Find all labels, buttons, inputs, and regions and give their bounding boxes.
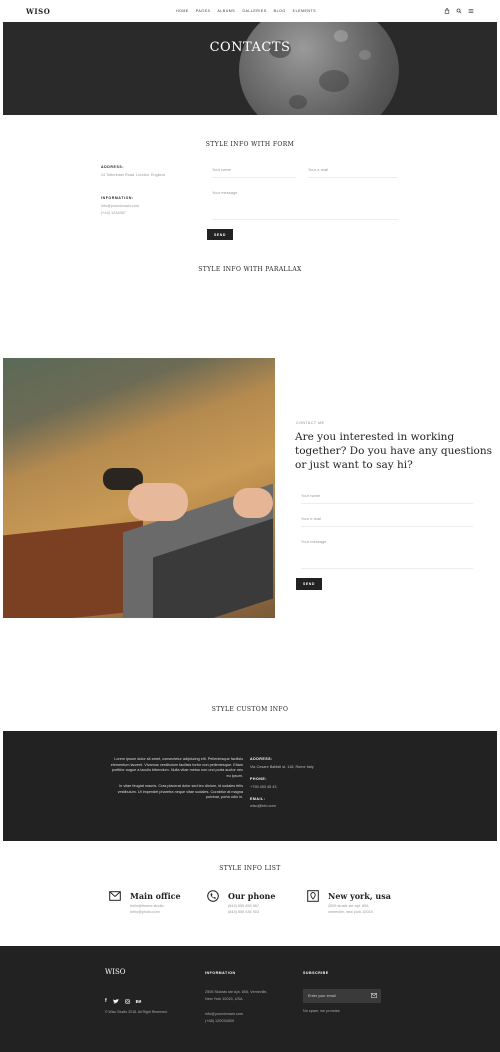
footer-logo[interactable]: WISO (105, 968, 126, 976)
mail-icon (109, 891, 121, 901)
footer-phone: (+68) 120034509 (205, 1019, 235, 1023)
footer-address-1: 2505 Stoksts ste Apt. 806, Vemeville, (205, 990, 268, 994)
send-button[interactable]: SEND (207, 229, 233, 240)
custom-phone-value: +795 453 45 43 (250, 785, 277, 789)
custom-email-label: EMAIL: (250, 797, 266, 801)
heading-line-2: together? Do you have any questions (295, 445, 493, 457)
subscribe-input[interactable]: Enter your email (303, 989, 381, 1003)
information-label: INFORMATION: (101, 196, 134, 200)
copyright: © Wiso Studio 2018. All Right Reserved. (105, 1010, 168, 1014)
info-item-title: Main office (130, 891, 181, 901)
footer-address-2: New York 10015, USA (205, 997, 243, 1001)
para1-line: porttitor augue a iaculis bibendum. Null… (111, 768, 243, 773)
parallax-message-field[interactable]: Your message (301, 539, 473, 569)
heading-line-3: or just want to say hi? (295, 459, 413, 471)
laptop-photo (3, 358, 275, 618)
logo[interactable]: WISO (26, 7, 50, 16)
address-value: 24 Tottenham Road, London, England (101, 173, 165, 177)
parallax-heading: Are you interested in working together? … (295, 430, 495, 472)
subscribe-title: SUBSCRIBE (303, 971, 329, 975)
name-field[interactable]: Your name (212, 167, 296, 178)
instagram-icon[interactable] (124, 998, 130, 1004)
menu-icon[interactable] (468, 8, 474, 14)
information-email: info@yourdomain.com (101, 204, 140, 208)
nav-galleries[interactable]: GALLERIES (242, 9, 266, 13)
behance-icon[interactable]: Bē (136, 999, 142, 1004)
parallax-send-button[interactable]: SEND (296, 578, 322, 590)
para2-line: pulvinar, porta odio in. (205, 795, 243, 800)
para1-line: eu ipsum. (226, 773, 243, 778)
info-item-line: (843) 555 436 903 (228, 910, 260, 914)
search-icon[interactable] (456, 8, 462, 14)
site-header: WISO HOME PAGES ALBUMS GALLERIES BLOG EL… (0, 0, 500, 22)
heading-line-1: Are you interested in working (295, 431, 455, 443)
social-links: f Bē (105, 998, 141, 1004)
info-item-line: hello@photo.com (130, 910, 160, 914)
info-item-line: hello@theme.studio (130, 904, 164, 908)
nav-albums[interactable]: ALBUMS (217, 9, 235, 13)
info-item-line: (843) 555 455 567 (228, 904, 260, 908)
parallax-email-field[interactable]: Your e-mail (301, 516, 473, 527)
nav-elements[interactable]: ELEMENTS (293, 9, 316, 13)
bag-icon[interactable] (444, 8, 450, 14)
email-field[interactable]: Your e-mail (308, 167, 398, 178)
page-title: CONTACTS (209, 40, 291, 55)
contact-kicker: CONTACT ME (296, 421, 325, 425)
form-section-title: STYLE INFO WITH FORM (205, 141, 295, 148)
twitter-icon[interactable] (112, 998, 119, 1004)
map-pin-icon (307, 890, 319, 902)
message-field[interactable]: Your message (212, 190, 398, 220)
footer-email[interactable]: info@yourdomain.com (205, 1012, 243, 1016)
subscribe-placeholder: Enter your email (308, 994, 336, 998)
info-item-line: vemeville, new york 10015 (328, 910, 373, 914)
custom-address-label: ADDRESS: (250, 757, 273, 761)
custom-address-value: Via Cesare Battisti st. 118, Rome Italy (250, 765, 314, 769)
phone-icon (207, 890, 219, 902)
custom-section-title: STYLE CUSTOM INFO (211, 706, 289, 713)
facebook-icon[interactable]: f (105, 998, 107, 1004)
information-phone: (+44) 1234567 (101, 211, 126, 215)
info-item-title: New york, usa (328, 891, 391, 901)
parallax-name-field[interactable]: Your name (301, 493, 473, 504)
info-list-title: STYLE INFO LIST (219, 865, 281, 872)
moon-image (239, 22, 399, 115)
main-nav: HOME PAGES ALBUMS GALLERIES BLOG ELEMENT… (176, 9, 316, 13)
footer-info-title: INFORMATION (205, 971, 236, 975)
info-item-title: Our phone (228, 891, 276, 901)
custom-paragraph-1: Lorem ipsum dolor sit amet, consectetur … (92, 757, 243, 779)
custom-email-value[interactable]: wiso@info.com (250, 804, 276, 808)
para1-line: Lorem ipsum dolor sit amet, consectetur … (114, 757, 243, 761)
parallax-section-title: STYLE INFO WITH PARALLAX (198, 266, 302, 273)
custom-phone-label: PHONE: (250, 777, 267, 781)
no-spam-note: No spam, we promise (303, 1009, 340, 1013)
site-footer (0, 946, 500, 1052)
nav-home[interactable]: HOME (176, 9, 189, 13)
hero-banner (3, 22, 497, 115)
address-label: ADDRESS: (101, 165, 125, 169)
info-item-line: 2505 stoskt ste apt. 806, (328, 904, 370, 908)
nav-blog[interactable]: BLOG (274, 9, 286, 13)
custom-paragraph-2: In vitae feugiat mauris. Cras placerat d… (92, 784, 243, 801)
envelope-icon[interactable] (371, 993, 377, 998)
nav-pages[interactable]: PAGES (196, 9, 211, 13)
